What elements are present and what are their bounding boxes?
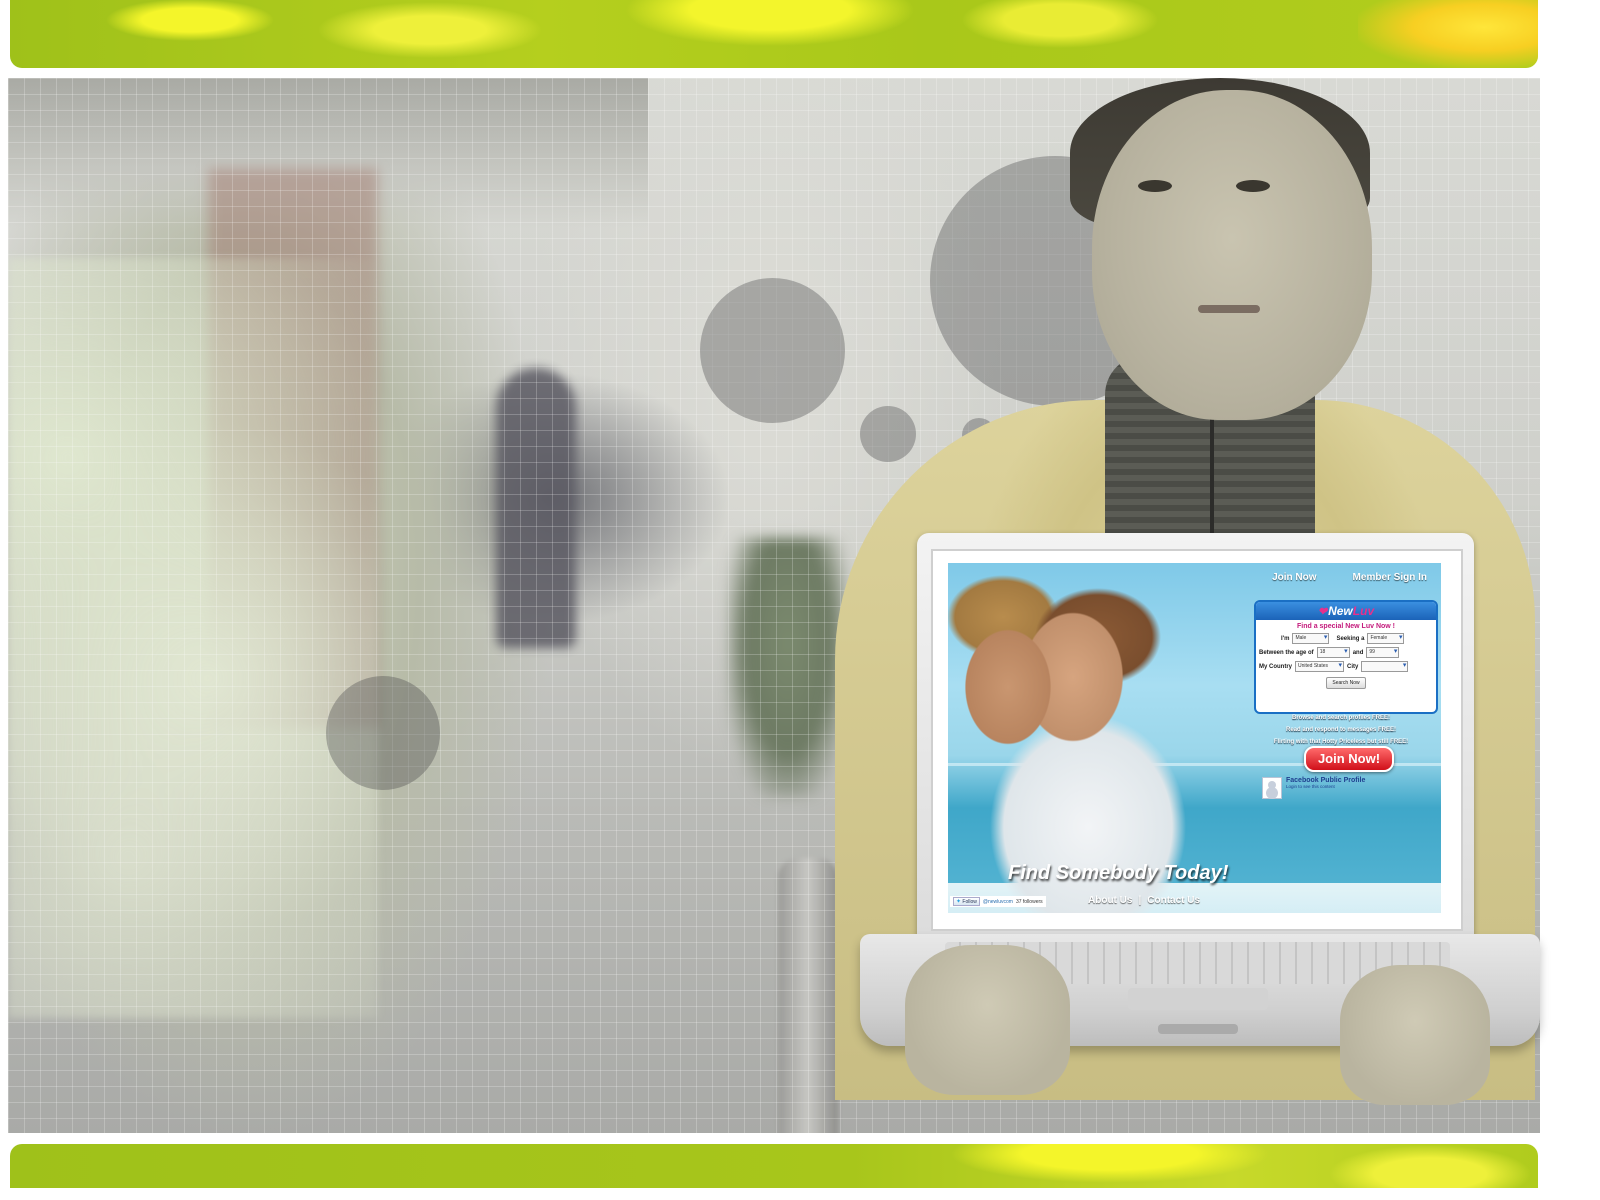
and-label: and xyxy=(1352,649,1364,656)
facebook-profile-name[interactable]: Facebook Public Profile xyxy=(1286,777,1365,784)
man-left-hand xyxy=(905,945,1070,1095)
country-label: My Country xyxy=(1259,663,1292,670)
newluv-logo[interactable]: ❤NewLuv xyxy=(1318,604,1374,618)
man-mouth xyxy=(1198,305,1260,313)
thought-bubble-small xyxy=(860,406,916,462)
im-select[interactable]: Male xyxy=(1292,633,1330,644)
bottom-banner-bar xyxy=(10,1144,1538,1188)
footer-separator: | xyxy=(1138,895,1142,906)
search-panel-title: Find a special New Luv Now ! xyxy=(1296,623,1396,630)
search-panel-header: ❤NewLuv xyxy=(1256,602,1436,620)
site-nav: Join Now Member Sign In xyxy=(1272,572,1427,583)
member-sign-in-link[interactable]: Member Sign In xyxy=(1353,572,1427,583)
site-footer: About Us | Contact Us xyxy=(1088,895,1200,906)
im-label: I'm xyxy=(1281,635,1290,642)
gender-row: I'm Male Seeking a Female xyxy=(1256,633,1436,644)
join-now-link[interactable]: Join Now xyxy=(1272,572,1316,583)
facebook-text: Facebook Public Profile Login to see thi… xyxy=(1286,777,1365,789)
man-right-hand xyxy=(1340,965,1490,1105)
search-panel: ❤NewLuv Find a special New Luv Now ! I'm… xyxy=(1254,600,1438,714)
thought-bubble-left xyxy=(326,676,440,790)
age-max-select[interactable]: 99 xyxy=(1366,647,1400,658)
contact-us-link[interactable]: Contact Us xyxy=(1147,895,1200,906)
man-zipper xyxy=(1210,400,1214,540)
logo-brand-post: Luv xyxy=(1352,604,1375,618)
country-select[interactable]: United States xyxy=(1295,661,1344,672)
age-min-select[interactable]: 18 xyxy=(1316,647,1350,658)
top-banner-bar xyxy=(10,0,1538,68)
promo-list: Browse and search profiles FREE! Read an… xyxy=(1248,712,1434,748)
join-now-button[interactable]: Join Now! xyxy=(1304,746,1394,772)
seeking-label: Seeking a xyxy=(1336,635,1365,642)
twitter-follow-label: Follow xyxy=(962,899,977,905)
man-left-eye xyxy=(1138,180,1172,192)
twitter-bird-icon: ✦ xyxy=(956,899,962,905)
location-row: My Country United States City xyxy=(1256,661,1436,672)
twitter-handle[interactable]: @newluvcom xyxy=(983,899,1013,905)
man-right-eye xyxy=(1236,180,1270,192)
thought-bubble-medium xyxy=(700,278,845,423)
facebook-widget[interactable]: Facebook Public Profile Login to see thi… xyxy=(1262,777,1365,799)
dating-website: Join Now Member Sign In ❤NewLuv Find a s… xyxy=(948,563,1441,913)
about-us-link[interactable]: About Us xyxy=(1088,895,1132,906)
age-label: Between the age of xyxy=(1259,649,1314,656)
site-tagline: Find Somebody Today! xyxy=(1008,862,1229,884)
facebook-profile-sub: Login to see this content xyxy=(1286,784,1335,789)
promo-line: Browse and search profiles FREE! xyxy=(1291,715,1391,721)
laptop-latch xyxy=(1158,1024,1238,1034)
city-label: City xyxy=(1347,663,1359,670)
twitter-followers: 37 followers xyxy=(1015,898,1043,905)
seeking-select[interactable]: Female xyxy=(1367,633,1405,644)
twitter-follow-button[interactable]: ✦ Follow xyxy=(953,897,980,906)
promo-line: Read and respond to messages FREE! xyxy=(1285,727,1397,733)
facebook-avatar-icon xyxy=(1262,777,1282,799)
city-select[interactable] xyxy=(1361,661,1409,672)
man-face xyxy=(1092,90,1372,420)
logo-brand-pre: New xyxy=(1328,604,1353,618)
top-banner-flare xyxy=(1358,0,1538,68)
age-row: Between the age of 18 and 99 xyxy=(1256,647,1436,658)
search-now-button[interactable]: Search Now xyxy=(1326,677,1366,689)
laptop-trackpad xyxy=(1128,988,1268,1010)
heart-icon: ❤ xyxy=(1317,606,1328,618)
twitter-follow-widget[interactable]: ✦ Follow @newluvcom 37 followers xyxy=(950,896,1046,907)
